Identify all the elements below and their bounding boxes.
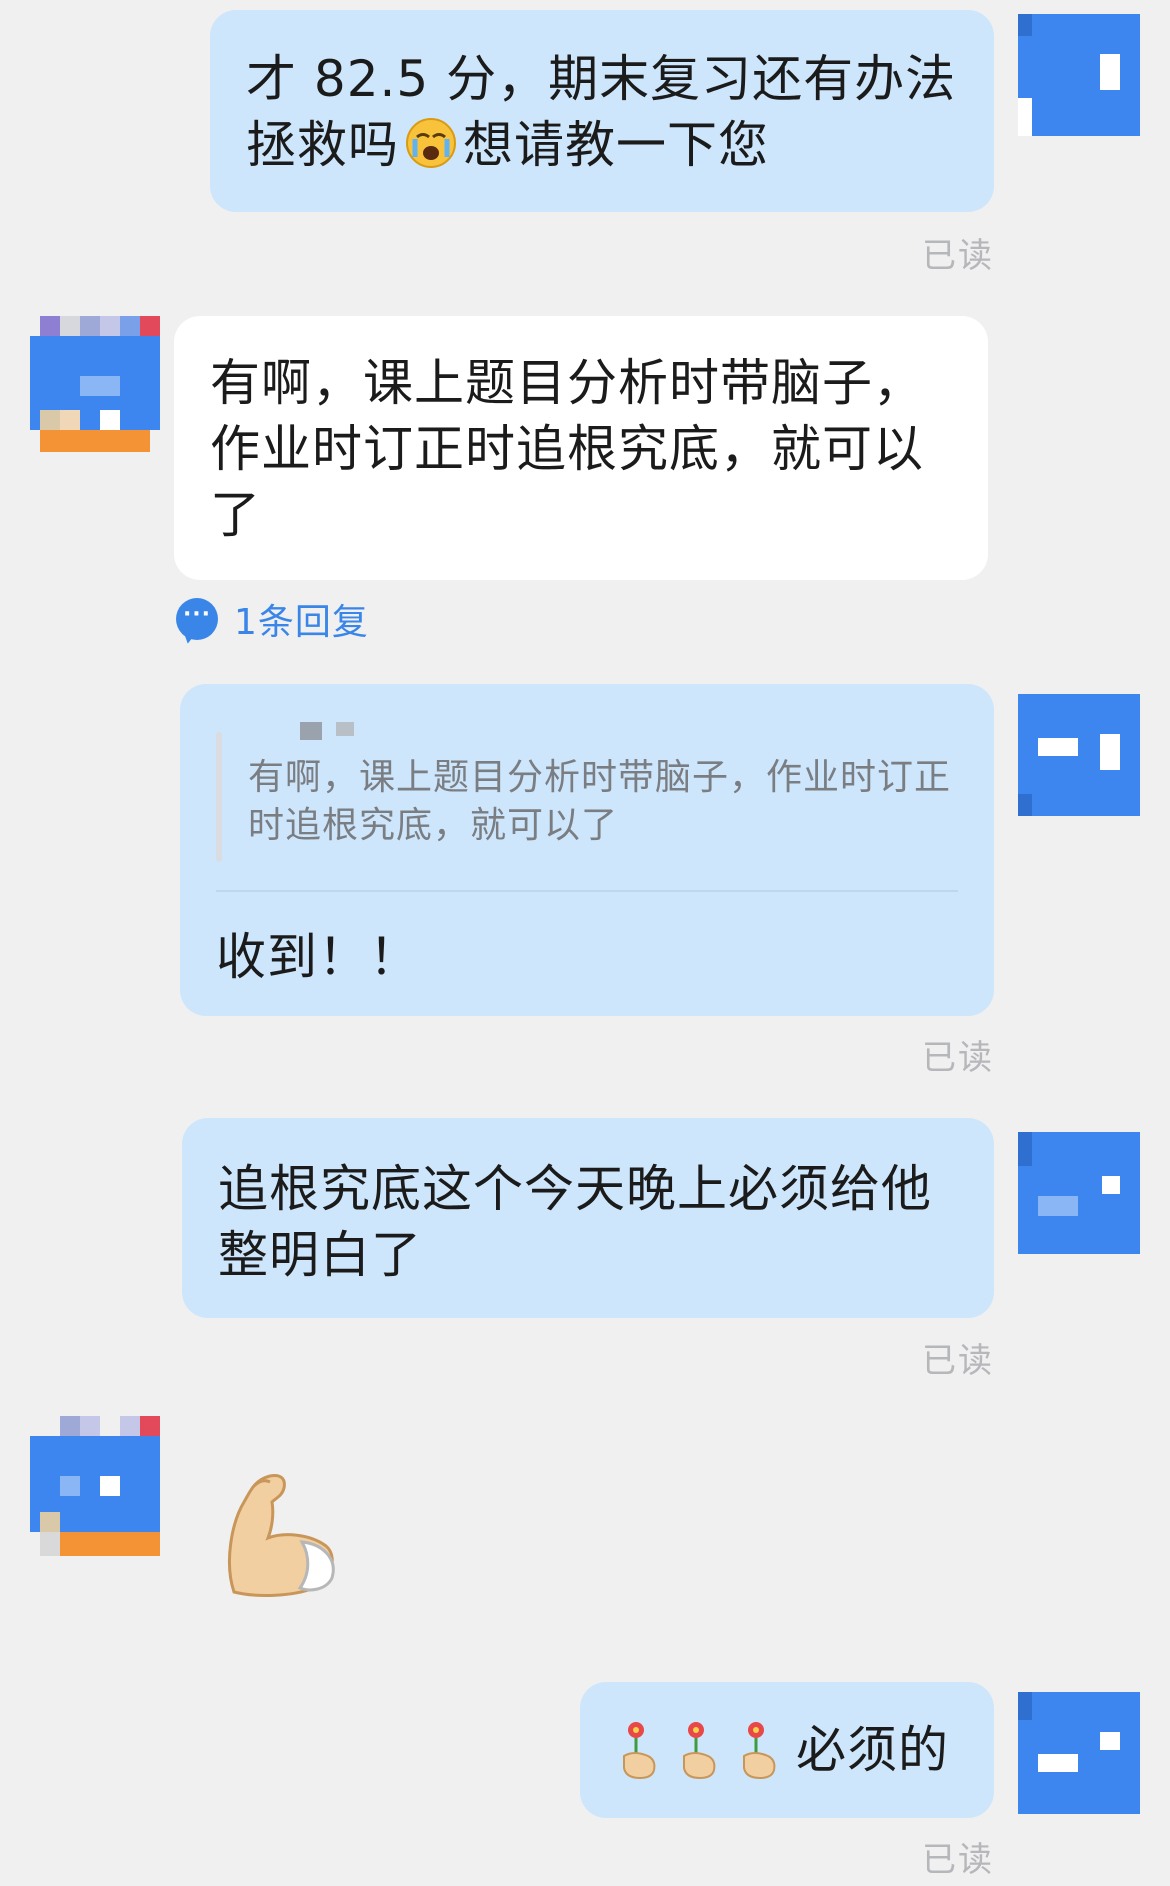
message-text: 收到！！	[216, 928, 420, 986]
message-bubble-outgoing-quote[interactable]: 有啊，课上题目分析时带脑子，作业时订正 时追根究底，就可以了 收到！！	[180, 684, 994, 1016]
read-receipt: 已读	[922, 1038, 994, 1078]
quoted-author-name-part	[336, 722, 354, 736]
avatar[interactable]	[1018, 14, 1140, 136]
quote-divider	[216, 890, 958, 892]
message-text: 追根究底这个今天晚上必须给他 整明白了	[218, 1160, 932, 1284]
avatar[interactable]	[30, 1416, 160, 1558]
message-text-continued: 想请教一下您	[463, 116, 769, 174]
quoted-message[interactable]: 有啊，课上题目分析时带脑子，作业时订正 时追根究底，就可以了	[216, 722, 958, 862]
quoted-author-name	[300, 722, 322, 740]
replies-count-label: 1条回复	[234, 602, 369, 643]
replies-link[interactable]: ··· 1条回复	[176, 594, 369, 644]
chat-view: 才 82.5 分，期末复习还有办法 拯救吗 想请教一下您 已读 有啊，课上题目分…	[0, 0, 1170, 1886]
message-bubble-outgoing[interactable]: 必须的	[580, 1682, 994, 1818]
message-bubble-incoming[interactable]: 有啊，课上题目分析时带脑子， 作业时订正时追根究底，就可以 了	[174, 316, 988, 580]
avatar[interactable]	[1018, 1132, 1140, 1254]
crying-face-emoji	[403, 113, 459, 185]
flexed-biceps-sticker[interactable]	[214, 1462, 354, 1602]
message-bubble-outgoing[interactable]: 追根究底这个今天晚上必须给他 整明白了	[182, 1118, 994, 1318]
speech-bubble-icon: ···	[176, 598, 218, 640]
avatar[interactable]	[30, 316, 160, 456]
message-bubble-outgoing[interactable]: 才 82.5 分，期末复习还有办法 拯救吗 想请教一下您	[210, 10, 994, 212]
read-receipt: 已读	[922, 236, 994, 276]
avatar[interactable]	[1018, 1692, 1140, 1814]
message-text: 有啊，课上题目分析时带脑子， 作业时订正时追根究底，就可以 了	[210, 354, 924, 544]
quoted-text: 有啊，课上题目分析时带脑子，作业时订正 时追根究底，就可以了	[248, 757, 952, 846]
quote-bar	[216, 732, 222, 862]
read-receipt: 已读	[922, 1341, 994, 1381]
hand-with-flower-emoji	[736, 1716, 790, 1784]
hand-with-flower-emoji	[676, 1716, 730, 1784]
read-receipt: 已读	[922, 1840, 994, 1880]
avatar[interactable]	[1018, 694, 1140, 816]
message-text: 必须的	[796, 1721, 949, 1779]
hand-with-flower-emoji	[616, 1716, 670, 1784]
